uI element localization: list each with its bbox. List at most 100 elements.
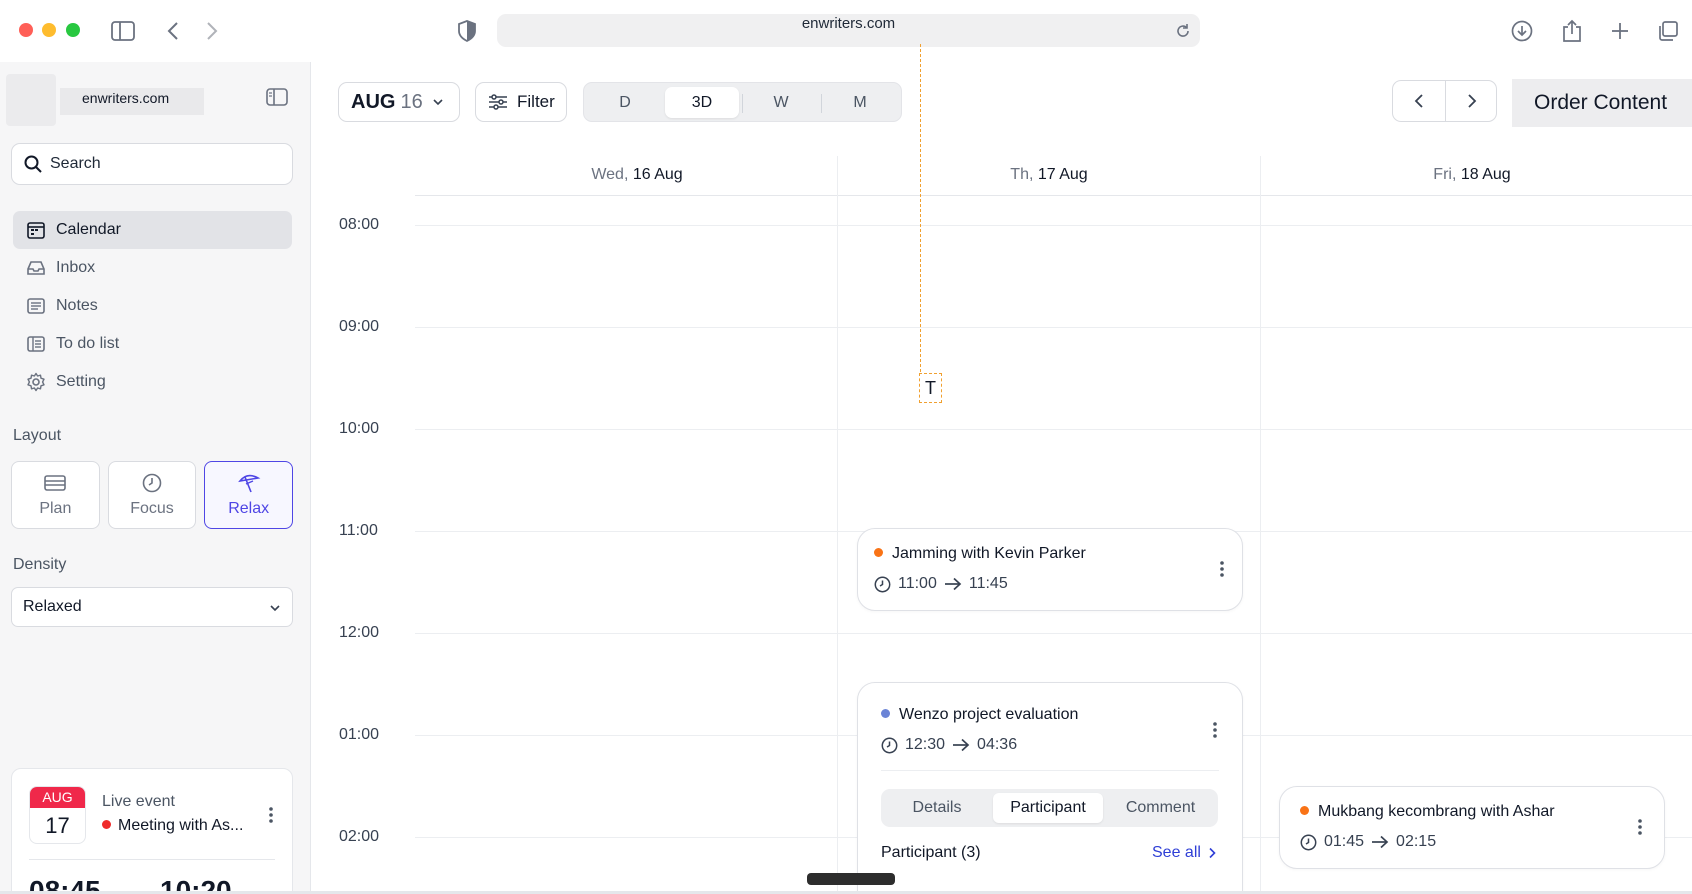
live-event-card[interactable]: AUG 17 Live event Meeting with As... 08:… (11, 768, 293, 894)
app-logo (6, 74, 56, 126)
weekday-label: Wed, (591, 166, 629, 183)
event-end: 02:15 (1396, 833, 1437, 850)
inbox-icon (27, 261, 45, 275)
event-start: 01:45 (1324, 833, 1365, 850)
time-label: 01:00 (339, 726, 380, 743)
arrow-right-icon (953, 738, 970, 752)
event-end: 04:36 (977, 736, 1018, 753)
column-header-fri: Fri, 18 Aug (1322, 166, 1622, 184)
browser-toolbar: enwriters.com (0, 0, 1692, 62)
layout-plan-button[interactable]: Plan (11, 461, 100, 529)
sidebar-item-todo[interactable]: To do list (13, 325, 292, 363)
event-time: 12:30 04:36 (881, 736, 1017, 754)
event-color-dot (874, 548, 883, 557)
previous-period-button[interactable] (1393, 81, 1445, 121)
sidebar-item-notes[interactable]: Notes (13, 287, 292, 325)
close-window-button[interactable] (19, 23, 33, 37)
column-header-wed: Wed, 16 Aug (487, 166, 787, 184)
share-icon[interactable] (1557, 16, 1587, 46)
sidebar-item-calendar[interactable]: Calendar (13, 211, 292, 249)
address-bar[interactable]: enwriters.com (497, 14, 1200, 47)
floating-zoom-toolbar[interactable] (807, 873, 895, 885)
filter-button[interactable]: Filter (475, 82, 567, 122)
tabs-overview-icon[interactable] (1653, 16, 1683, 46)
date-label: 16 Aug (632, 166, 683, 183)
filter-label: Filter (517, 92, 555, 111)
tab-details[interactable]: Details (885, 793, 989, 823)
column-divider (1260, 156, 1261, 894)
order-content-button[interactable]: Order Content (1512, 79, 1692, 127)
todo-icon (27, 336, 45, 352)
sidebar-item-inbox[interactable]: Inbox (13, 249, 292, 287)
view-tab-day[interactable]: D (588, 87, 662, 118)
reload-icon[interactable] (1172, 20, 1194, 42)
sidebar-item-label: Setting (56, 373, 106, 390)
divider (881, 770, 1219, 771)
chevron-down-icon (433, 99, 443, 106)
density-select[interactable]: Relaxed (11, 587, 293, 627)
view-switcher: D 3D W M (583, 82, 902, 122)
forward-icon[interactable] (197, 16, 227, 46)
time-label: 12:00 (339, 624, 380, 641)
download-icon[interactable] (1507, 16, 1537, 46)
column-header-thu: Th, 17 Aug (899, 166, 1199, 184)
next-period-button[interactable] (1446, 81, 1498, 121)
weekday-label: Th, (1010, 166, 1034, 183)
layout-focus-button[interactable]: Focus (107, 461, 197, 529)
search-input[interactable]: Search (11, 143, 293, 185)
density-heading: Density (13, 556, 67, 573)
sidebar-item-label: Calendar (56, 221, 121, 238)
search-placeholder: Search (50, 155, 101, 172)
calendar-main: AUG 16 Filter D 3D W M Order Content Wed… (311, 62, 1692, 894)
collapse-sidebar-icon[interactable] (266, 88, 292, 110)
more-vertical-icon[interactable] (1211, 720, 1219, 740)
minimize-window-button[interactable] (42, 23, 56, 37)
event-title: Wenzo project evaluation (881, 706, 1078, 724)
layout-relax-button[interactable]: Relax (204, 461, 294, 529)
column-divider (837, 156, 838, 894)
more-vertical-icon[interactable] (1636, 817, 1644, 837)
live-indicator-dot (102, 820, 111, 829)
event-title: Mukbang kecombrang with Ashar (1300, 803, 1555, 821)
see-all-link[interactable]: See all (1152, 844, 1217, 862)
live-event-label: Meeting with As... (118, 817, 244, 834)
view-tab-week[interactable]: W (744, 87, 818, 118)
weekday-label: Fri, (1433, 166, 1457, 183)
event-card-wenzo[interactable]: Wenzo project evaluation 12:30 04:36 Det… (857, 682, 1243, 894)
event-card-jamming[interactable]: Jamming with Kevin Parker 11:00 11:45 (857, 528, 1243, 611)
more-vertical-icon[interactable] (1218, 559, 1226, 579)
gear-icon (27, 372, 45, 392)
sidebar: enwriters.com Search Calendar Inbox Note… (0, 62, 311, 894)
date-label: 17 Aug (1037, 166, 1088, 183)
event-detail-tabs: Details Participant Comment (881, 789, 1218, 827)
event-color-dot (881, 709, 890, 718)
more-vertical-icon[interactable] (266, 805, 276, 825)
date-day: 16 (400, 90, 423, 113)
hour-line (415, 225, 1692, 226)
back-icon[interactable] (158, 16, 188, 46)
view-tab-3day[interactable]: 3D (665, 87, 739, 118)
tab-comment[interactable]: Comment (1107, 793, 1214, 823)
event-date-badge: AUG 17 (29, 786, 86, 844)
tab-participant[interactable]: Participant (993, 793, 1103, 823)
sidebar-item-setting[interactable]: Setting (13, 363, 292, 401)
time-label: 09:00 (339, 318, 380, 335)
layout-option-label: Relax (228, 500, 270, 517)
view-tab-month[interactable]: M (823, 87, 897, 118)
sidebar-item-label: Notes (56, 297, 98, 314)
zoom-window-button[interactable] (66, 23, 80, 37)
date-month: AUG (351, 90, 396, 113)
hour-line (415, 429, 1692, 430)
event-time: 01:45 02:15 (1300, 833, 1436, 851)
chevron-right-icon (1468, 94, 1477, 108)
divider (742, 94, 743, 113)
density-value: Relaxed (23, 598, 82, 615)
sidebar-toggle-icon[interactable] (108, 16, 138, 46)
hour-line (415, 327, 1692, 328)
sidebar-item-label: Inbox (56, 259, 96, 276)
date-picker-button[interactable]: AUG 16 (338, 82, 460, 122)
event-card-mukbang[interactable]: Mukbang kecombrang with Ashar 01:45 02:1… (1279, 786, 1665, 869)
shield-icon[interactable] (452, 16, 482, 46)
new-tab-icon[interactable] (1605, 16, 1635, 46)
time-label: 10:00 (339, 420, 380, 437)
